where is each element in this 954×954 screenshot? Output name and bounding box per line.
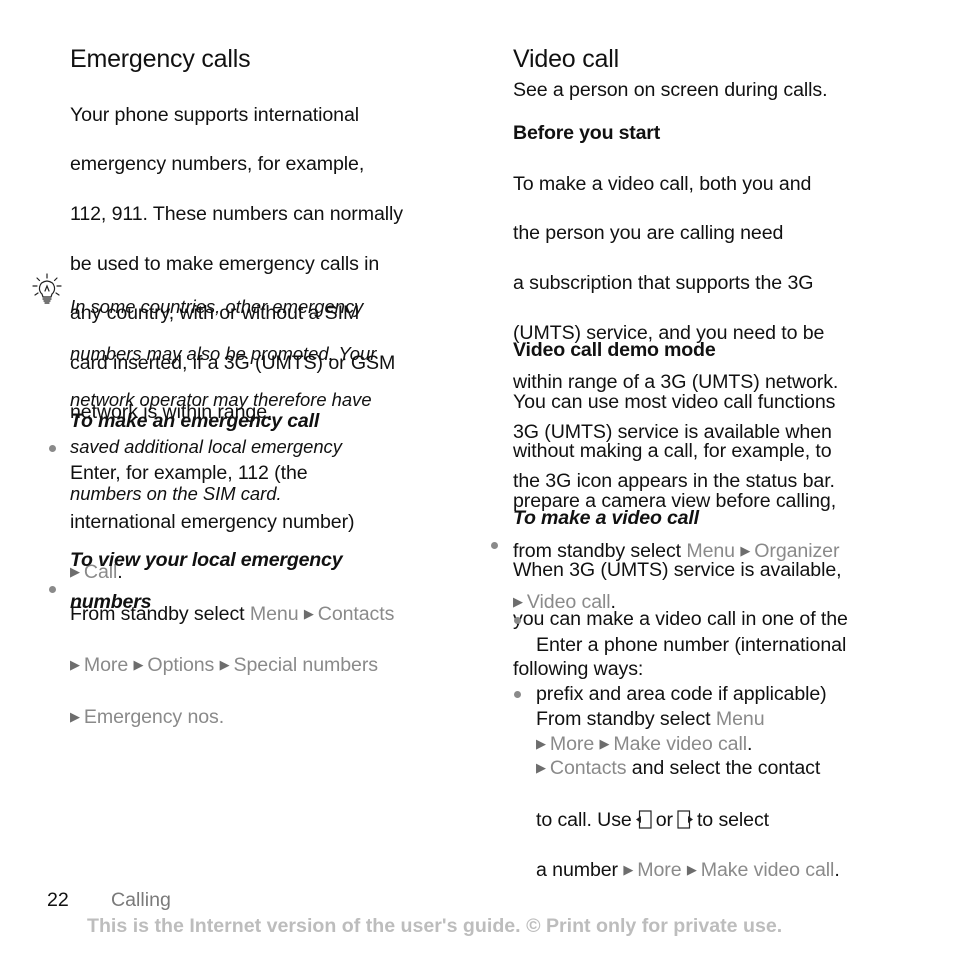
video-call-title: Video call (513, 45, 619, 73)
menu-item-make-video-call[interactable]: Make video call (701, 859, 835, 881)
text-segment: or (655, 808, 673, 831)
view-emergency-numbers-step: From standby select Menu ▶ Contacts ▶ More… (70, 577, 394, 757)
menu-item-options[interactable]: Options (147, 654, 214, 676)
text-line: network operator may therefore have (70, 389, 372, 411)
text-line: To view your local emergency (70, 549, 343, 571)
video-call-intro: See a person on screen during calls. (513, 79, 828, 101)
text-line: When 3G (UMTS) service is available, (513, 558, 842, 581)
text-line: Enter a phone number (international (536, 633, 847, 656)
arrow-right-icon: ▶ (686, 861, 697, 877)
text-line: Enter, for example, 112 (the (70, 461, 308, 484)
text-line: a subscription that supports the 3G (513, 271, 814, 294)
left-nav-key-icon (635, 810, 652, 829)
text-segment: a number (536, 858, 618, 881)
make-video-call-heading: To make a video call (513, 507, 699, 529)
arrow-right-icon: ▶ (219, 657, 230, 673)
emergency-calls-title: Emergency calls (70, 45, 251, 73)
text-line: the person you are calling need (513, 222, 784, 245)
menu-item-menu[interactable]: Menu (716, 708, 765, 730)
bullet (514, 617, 521, 624)
text-line: without making a call, for example, to (513, 440, 832, 463)
section-name: Calling (111, 889, 171, 911)
page-number: 22 (47, 889, 69, 911)
lightbulb-icon (32, 273, 62, 304)
bullet (514, 691, 521, 698)
menu-item-menu[interactable]: Menu (250, 603, 299, 625)
text-line: 112, 911. These numbers can normally (70, 202, 403, 225)
arrow-right-icon: ▶ (536, 760, 546, 776)
text-segment: and select the contact (631, 757, 821, 780)
punctuation: . (834, 858, 840, 881)
demo-mode-heading: Video call demo mode (513, 339, 716, 361)
text-line: You can use most video call functions (513, 390, 836, 413)
text-segment: From standby select (536, 707, 711, 730)
text-line: emergency numbers, for example, (70, 153, 365, 176)
before-you-start-heading: Before you start (513, 122, 661, 144)
bullet (491, 542, 498, 549)
text-line: Your phone supports international (70, 103, 360, 126)
text-line: In some countries, other emergency (70, 296, 364, 318)
menu-item-emergency-nos[interactable]: Emergency nos. (84, 706, 224, 728)
arrow-right-icon: ▶ (623, 861, 634, 877)
bullet (49, 586, 56, 593)
menu-item-more[interactable]: More (637, 859, 681, 881)
copyright-notice: This is the Internet version of the user… (87, 915, 783, 937)
menu-item-contacts[interactable]: Contacts (550, 757, 627, 779)
menu-item-contacts[interactable]: Contacts (318, 603, 395, 625)
text-segment: to call. Use (536, 808, 632, 831)
video-call-option-contacts: From standby select Menu ▶ Contacts and s… (536, 682, 840, 909)
arrow-right-icon: ▶ (303, 605, 314, 621)
text-line: To make a video call, both you and (513, 172, 812, 195)
text-line: numbers may also be promoted. Your (70, 342, 377, 364)
arrow-right-icon: ▶ (133, 657, 144, 673)
arrow-right-icon: ▶ (70, 708, 80, 724)
arrow-right-icon: ▶ (70, 657, 80, 673)
right-nav-key-icon (677, 810, 693, 829)
text-segment: From standby select (70, 602, 245, 625)
make-emergency-call-heading: To make an emergency call (70, 410, 320, 432)
text-segment: to select (696, 808, 770, 831)
bullet (49, 445, 56, 452)
menu-item-more[interactable]: More (84, 654, 128, 676)
menu-item-special-numbers[interactable]: Special numbers (234, 654, 379, 676)
